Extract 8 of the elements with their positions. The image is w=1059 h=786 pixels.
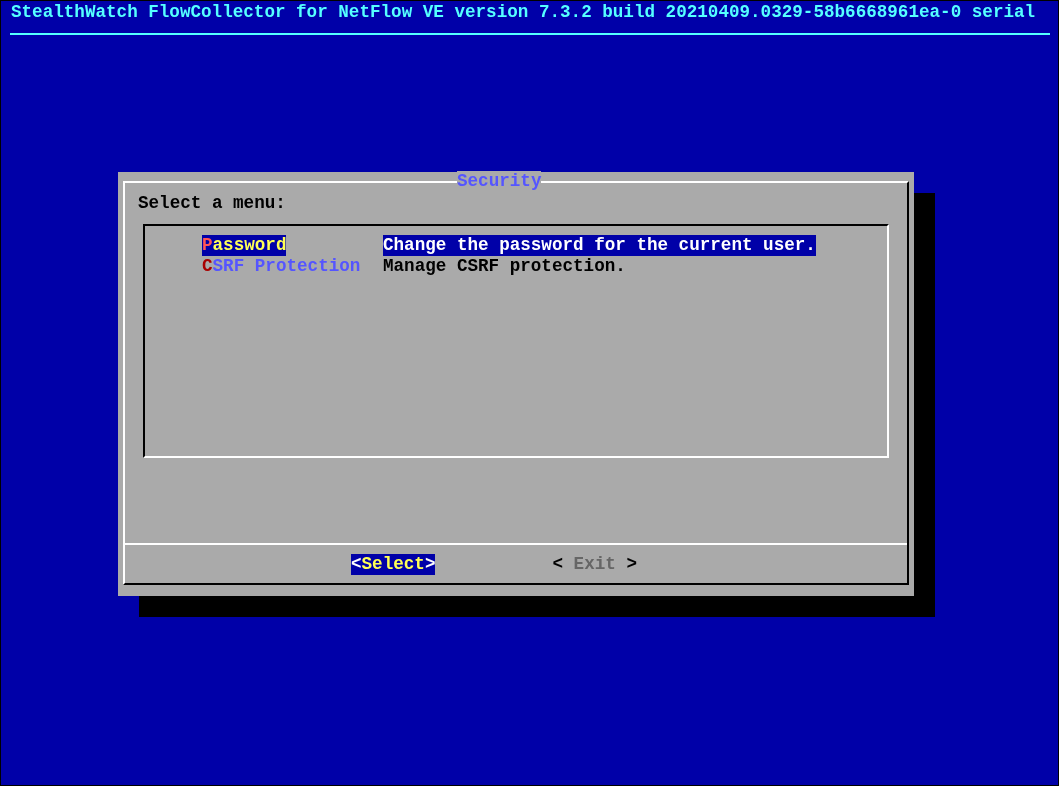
dialog-title: Security [457, 171, 542, 192]
dialog-button[interactable]: < Exit > [552, 553, 637, 575]
prompt-text: Select a menu: [138, 193, 286, 214]
menu-item-description[interactable]: Manage CSRF protection. [383, 256, 626, 277]
menu-item[interactable]: Password [202, 235, 287, 256]
dialog-button[interactable]: <Select> [351, 553, 436, 575]
header-title: StealthWatch FlowCollector for NetFlow VE version 7.3.2 build 20210409.0329-58b6668961ea-0 serial [11, 2, 1036, 23]
menu-item-description[interactable]: Change the password for the current user. [383, 235, 816, 256]
